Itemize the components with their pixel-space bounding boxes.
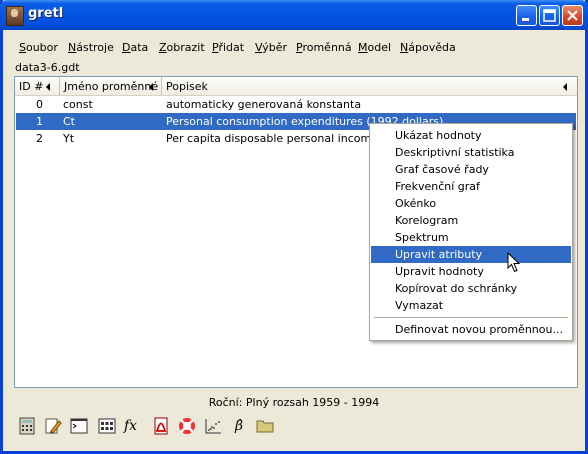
menu-zobrazit[interactable]: Zobrazit <box>159 41 205 54</box>
menu-item-delete[interactable]: Vymazat <box>371 297 571 314</box>
column-header-name[interactable]: Jméno proměnné <box>60 77 162 96</box>
menu-item-copy-to-clipboard[interactable]: Kopírovat do schránky <box>371 280 571 297</box>
menu-item-boxplot[interactable]: Okénko <box>371 195 571 212</box>
menu-nastroje[interactable]: Nástroje <box>68 41 114 54</box>
beta-icon[interactable]: β̂ <box>229 416 249 436</box>
menu-item-define-new-variable[interactable]: Definovat novou proměnnou... <box>371 321 571 338</box>
gretl-app-icon <box>6 6 24 26</box>
folder-icon[interactable] <box>255 416 275 436</box>
menu-item-time-series-plot[interactable]: Graf časové řady <box>371 161 571 178</box>
title-bar[interactable]: gretl <box>0 0 588 30</box>
sort-arrow-icon <box>563 83 567 91</box>
menu-item-descriptive-stats[interactable]: Deskriptivní statistika <box>371 144 571 161</box>
function-icon[interactable]: fx <box>124 416 144 436</box>
context-menu: Ukázat hodnoty Deskriptivní statistika G… <box>369 123 573 341</box>
menu-item-frequency-plot[interactable]: Frekvenční graf <box>371 178 571 195</box>
menu-model[interactable]: Model <box>358 41 391 54</box>
table-row[interactable]: 0 const automaticky generovaná konstanta <box>16 96 576 113</box>
dataset-filename: data3-6.gdt <box>15 61 80 74</box>
menu-item-spectrum[interactable]: Spektrum <box>371 229 571 246</box>
menu-napoveda[interactable]: Nápověda <box>400 41 456 54</box>
pdf-icon[interactable] <box>151 416 171 436</box>
mouse-pointer-icon <box>507 252 521 273</box>
close-icon <box>567 10 578 21</box>
status-bar: Roční: Plný rozsah 1959 - 1994 <box>208 396 380 409</box>
menu-item-correlogram[interactable]: Korelogram <box>371 212 571 229</box>
column-header-id[interactable]: ID # <box>15 77 60 96</box>
minimize-icon <box>522 18 529 21</box>
sort-arrow-icon <box>46 83 50 91</box>
sort-arrow-icon <box>149 83 153 91</box>
close-button[interactable] <box>562 5 583 26</box>
minimize-button[interactable] <box>516 5 537 26</box>
menu-bar: Soubor Nástroje Data Zobrazit Přidat Výb… <box>3 38 585 58</box>
session-icon[interactable] <box>97 416 117 436</box>
edit-icon[interactable] <box>43 416 63 436</box>
help-icon[interactable] <box>177 416 197 436</box>
menu-separator <box>374 317 568 318</box>
main-window: gretl Soubor Nástroje Data Zobrazit Přid… <box>0 0 588 454</box>
menu-data[interactable]: Data <box>122 41 148 54</box>
maximize-button[interactable] <box>539 5 560 26</box>
menu-vyber[interactable]: Výběr <box>255 41 287 54</box>
menu-promenna[interactable]: Proměnná <box>296 41 352 54</box>
menu-pridat[interactable]: Přidat <box>212 41 244 54</box>
menu-item-edit-values[interactable]: Upravit hodnoty <box>371 263 571 280</box>
menu-soubor[interactable]: Soubor <box>19 41 58 54</box>
column-header-label[interactable]: Popisek <box>162 77 577 96</box>
window-title: gretl <box>28 6 64 21</box>
maximize-icon <box>543 9 556 22</box>
terminal-icon[interactable] <box>69 416 89 436</box>
menu-item-show-values[interactable]: Ukázat hodnoty <box>371 127 571 144</box>
calculator-icon[interactable] <box>17 416 37 436</box>
scatter-plot-icon[interactable] <box>203 416 223 436</box>
menu-item-edit-attributes[interactable]: Upravit atributy <box>371 246 571 263</box>
